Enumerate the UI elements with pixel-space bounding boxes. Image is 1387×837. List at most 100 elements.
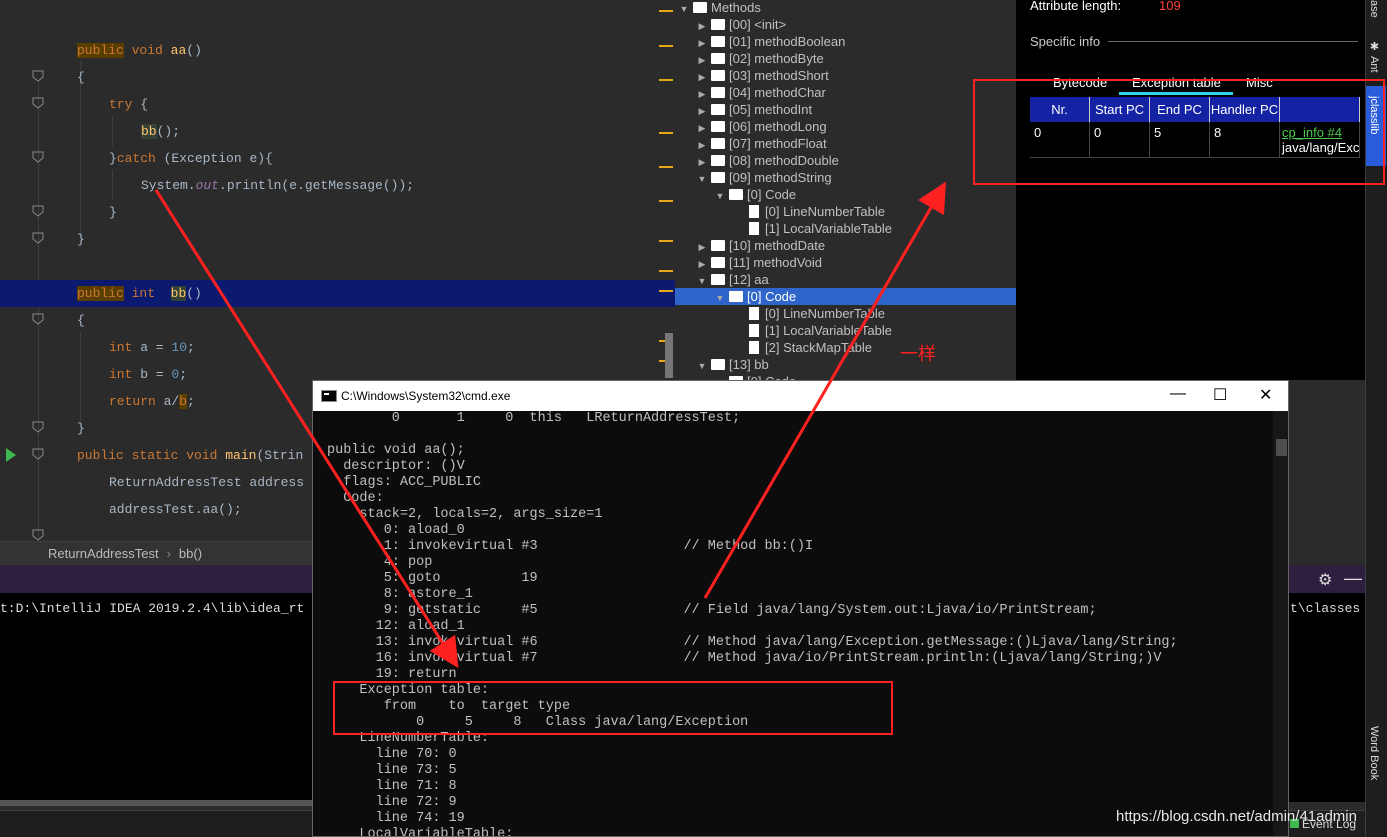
code-token: }	[77, 232, 85, 247]
code-line[interactable]: try {	[0, 91, 675, 118]
tree-node[interactable]: [2] StackMapTable	[731, 339, 872, 356]
word-book-tool-label[interactable]: Word Book	[1368, 726, 1380, 780]
code-line[interactable]: public void aa()	[0, 37, 675, 64]
tree-node[interactable]: ▶ [07] methodFloat	[695, 135, 827, 152]
fold-marker-icon[interactable]	[32, 97, 44, 109]
tree-node-label: [03] methodShort	[729, 68, 829, 83]
folder-icon	[711, 70, 725, 81]
tree-node[interactable]: ▶ [01] methodBoolean	[695, 33, 846, 50]
class-structure-tree[interactable]: ▼ Methods ▶ [00] <init> ▶ [01] methodBoolean ▶…	[675, 0, 1016, 380]
tree-node-label: [1] LocalVariableTable	[765, 323, 892, 338]
code-token: aa	[170, 43, 187, 58]
tree-node[interactable]: ▼ [12] aa	[695, 271, 769, 288]
tree-node[interactable]: [0] LineNumberTable	[731, 305, 885, 322]
breadcrumb-method[interactable]: bb()	[179, 546, 202, 561]
code-line[interactable]: System.out.println(e.getMessage());	[0, 172, 675, 199]
cmd-output[interactable]: 0 1 0 this LReturnAddressTest; public voi…	[313, 411, 1273, 836]
folder-icon	[711, 359, 725, 370]
expanded-triangle-icon[interactable]: ▼	[713, 290, 727, 307]
ant-tool-label[interactable]: ✱ Ant	[1368, 40, 1381, 73]
code-token: }	[77, 421, 85, 436]
tree-node[interactable]: ▶ [08] methodDouble	[695, 152, 839, 169]
code-line[interactable]: {	[0, 64, 675, 91]
fold-marker-icon[interactable]	[32, 448, 44, 460]
folder-icon	[711, 36, 725, 47]
fold-marker-icon[interactable]	[32, 421, 44, 433]
scroll-marker	[659, 166, 673, 168]
code-line[interactable]: public int bb()	[0, 280, 675, 307]
expanded-triangle-icon[interactable]: ▼	[713, 188, 727, 205]
fold-marker-icon[interactable]	[32, 313, 44, 325]
fold-marker-icon[interactable]	[32, 232, 44, 244]
code-token: bb	[170, 286, 187, 301]
breadcrumb-class[interactable]: ReturnAddressTest	[48, 546, 159, 561]
fold-marker-icon[interactable]	[32, 529, 44, 541]
code-token: public	[77, 43, 124, 58]
cmd-window[interactable]: C:\Windows\System32\cmd.exe — ☐ ✕ 0 1 0 …	[312, 380, 1289, 837]
minimize-button[interactable]: —	[1170, 385, 1186, 403]
cmd-output-line: 4: pop	[327, 555, 433, 570]
minimize-icon[interactable]: —	[1344, 568, 1362, 589]
code-token: out	[195, 178, 220, 193]
annotation-box-javap	[333, 681, 893, 735]
tree-node[interactable]: ▼[0] Code	[675, 288, 1016, 305]
tree-node[interactable]: ▶ [06] methodLong	[695, 118, 827, 135]
code-token: }	[109, 205, 117, 220]
cmd-scrollbar-thumb[interactable]	[1276, 439, 1287, 456]
tree-node[interactable]: ▶ [11] methodVoid	[695, 254, 822, 271]
folder-icon	[729, 189, 743, 200]
folder-icon	[711, 274, 725, 285]
expanded-triangle-icon[interactable]: ▼	[695, 171, 709, 188]
code-line[interactable]: int a = 10;	[0, 334, 675, 361]
expanded-triangle-icon[interactable]: ▼	[677, 1, 691, 18]
cmd-title: C:\Windows\System32\cmd.exe	[341, 389, 511, 403]
close-button[interactable]: ✕	[1259, 385, 1272, 405]
tree-node[interactable]: ▼ Methods	[677, 0, 761, 16]
run-gutter-icon[interactable]	[6, 448, 16, 462]
code-token: (Strin	[256, 448, 304, 463]
folder-icon	[711, 138, 725, 149]
code-line[interactable]: }	[0, 226, 675, 253]
tree-node[interactable]: ▼ [13] bb	[695, 356, 769, 373]
cmd-output-line: line 71: 8	[327, 779, 457, 794]
run-horizontal-scrollbar[interactable]	[0, 800, 312, 806]
tree-node[interactable]: [0] LineNumberTable	[731, 203, 885, 220]
cmd-titlebar[interactable]: C:\Windows\System32\cmd.exe — ☐ ✕	[313, 381, 1288, 411]
tree-node[interactable]: ▶ [10] methodDate	[695, 237, 826, 254]
database-tool-label[interactable]: ase	[1368, 0, 1380, 18]
tree-node[interactable]: ▼ [09] methodString	[695, 169, 832, 186]
code-token: .println(e.getMessage());	[219, 178, 415, 193]
scroll-marker	[659, 240, 673, 242]
run-command-line-tail: t\classes	[1290, 601, 1361, 616]
code-line[interactable]: {	[0, 307, 675, 334]
tree-node[interactable]: ▶ [03] methodShort	[695, 67, 829, 84]
code-token: a =	[132, 340, 172, 355]
maximize-button[interactable]: ☐	[1213, 385, 1227, 405]
folder-icon	[711, 53, 725, 64]
cmd-scrollbar[interactable]	[1273, 411, 1288, 836]
annotation-label: 一样	[900, 344, 936, 364]
gear-icon[interactable]: ⚙	[1318, 570, 1332, 590]
code-token: ()	[186, 43, 202, 58]
fold-marker-icon[interactable]	[32, 70, 44, 82]
cmd-output-line: descriptor: ()V	[327, 459, 465, 474]
tree-node[interactable]: [1] LocalVariableTable	[731, 322, 892, 339]
tree-node[interactable]: ▼[0] Code	[713, 186, 797, 205]
tree-node[interactable]: ▶ [05] methodInt	[695, 101, 813, 118]
fold-marker-icon[interactable]	[32, 151, 44, 163]
code-line[interactable]: }	[0, 199, 675, 226]
tree-node[interactable]: ▶ [04] methodChar	[695, 84, 826, 101]
code-line[interactable]: bb();	[0, 118, 675, 145]
fold-marker-icon[interactable]	[32, 205, 44, 217]
tree-node[interactable]: ▶ [02] methodByte	[695, 50, 824, 67]
code-line[interactable]: }catch (Exception e){	[0, 145, 675, 172]
tree-node[interactable]: ▼[0] Code	[713, 373, 796, 380]
tree-scrollbar-thumb[interactable]	[665, 333, 673, 378]
file-icon	[749, 307, 759, 320]
tree-node[interactable]: ▶ [00] <init>	[695, 16, 787, 33]
attribute-detail-panel: Attribute length: 109 Specific info Byte…	[1016, 0, 1365, 380]
tree-node[interactable]: [1] LocalVariableTable	[731, 220, 892, 237]
cmd-output-line: line 70: 0	[327, 747, 457, 762]
expanded-triangle-icon[interactable]: ▼	[695, 358, 709, 375]
